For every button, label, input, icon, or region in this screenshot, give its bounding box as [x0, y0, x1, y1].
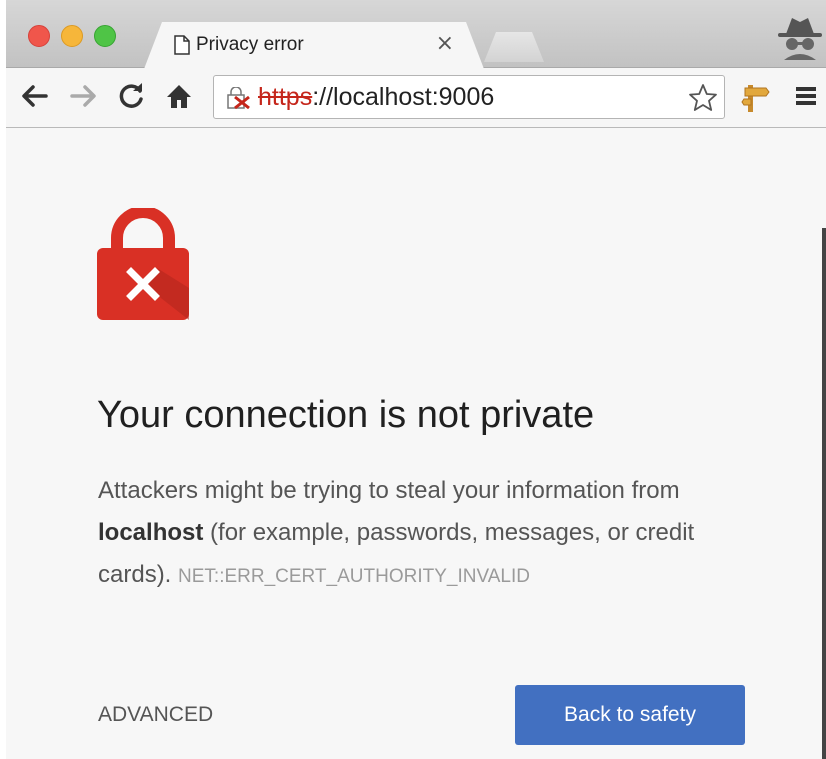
advanced-button[interactable]: ADVANCED — [98, 703, 213, 727]
back-arrow-icon[interactable] — [16, 76, 52, 116]
broken-lock-icon[interactable] — [226, 86, 252, 114]
tab-privacy-error[interactable]: Privacy error × — [144, 22, 484, 69]
toolbar: https://localhost:9006 — [6, 68, 826, 128]
host-name: localhost — [98, 519, 204, 546]
error-explanation: Attackers might be trying to steal your … — [98, 470, 758, 598]
window-zoom-button[interactable] — [94, 25, 116, 47]
reload-icon[interactable] — [114, 76, 150, 116]
window-close-button[interactable] — [28, 25, 50, 47]
url-host: ://localhost:9006 — [312, 83, 495, 111]
tab-title: Privacy error — [196, 34, 304, 55]
page-icon — [174, 35, 190, 60]
forward-arrow-icon[interactable] — [66, 76, 102, 116]
scrollbar[interactable] — [822, 228, 826, 759]
home-icon[interactable] — [161, 76, 197, 116]
explanation-text-start: Attackers might be trying to steal your … — [98, 477, 680, 504]
tab-close-icon[interactable]: × — [436, 31, 454, 56]
page-title: Your connection is not private — [97, 394, 595, 436]
url-text[interactable]: https://localhost:9006 — [258, 83, 494, 112]
back-to-safety-button[interactable]: Back to safety — [515, 685, 745, 745]
error-code[interactable]: NET::ERR_CERT_AUTHORITY_INVALID — [178, 566, 530, 587]
red-padlock-x-icon — [97, 206, 189, 325]
new-tab-button[interactable] — [484, 32, 544, 62]
url-scheme: https — [258, 83, 313, 111]
window-minimize-button[interactable] — [61, 25, 83, 47]
tab-strip: Privacy error × — [6, 0, 826, 68]
menu-hamburger-icon[interactable] — [794, 84, 818, 113]
signpost-extension-icon[interactable] — [741, 83, 771, 118]
interstitial-page: Your connection is not private Attackers… — [6, 128, 826, 759]
address-bar[interactable]: https://localhost:9006 — [213, 75, 725, 119]
bookmark-star-icon[interactable] — [688, 83, 718, 118]
incognito-icon — [776, 14, 824, 65]
